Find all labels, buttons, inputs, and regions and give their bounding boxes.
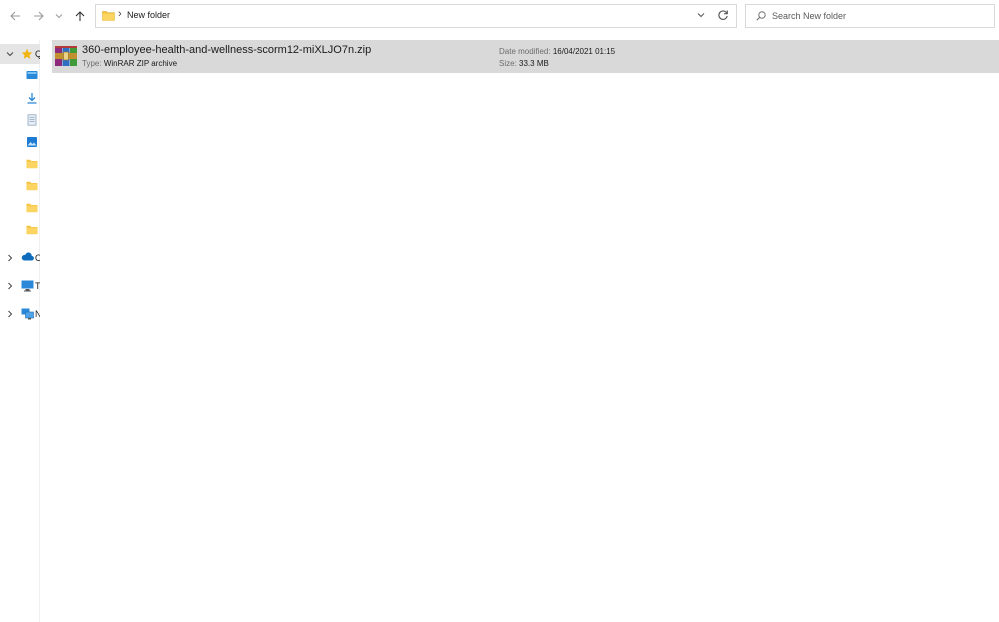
arrow-right-icon xyxy=(34,11,44,21)
file-date-label: Date modified: xyxy=(499,47,551,56)
nav-onedrive[interactable]: O xyxy=(0,248,40,268)
up-button[interactable] xyxy=(70,6,90,26)
file-list[interactable]: 360-employee-health-and-wellness-scorm12… xyxy=(41,32,999,622)
recent-locations-button[interactable] xyxy=(51,6,67,26)
nav-quick-access[interactable]: Q xyxy=(0,44,40,64)
nav-this-pc[interactable]: T xyxy=(0,276,40,296)
file-size-label: Size: xyxy=(499,59,517,68)
forward-button[interactable] xyxy=(29,6,49,26)
nav-network[interactable]: N xyxy=(0,304,40,324)
file-size: Size: 33.3 MB xyxy=(499,59,549,68)
nav-item-desktop[interactable] xyxy=(0,66,40,86)
back-button[interactable] xyxy=(5,6,25,26)
file-size-value: 33.3 MB xyxy=(519,59,549,68)
star-icon xyxy=(21,48,33,59)
file-type: Type: WinRAR ZIP archive xyxy=(82,59,177,68)
nav-onedrive-label: O xyxy=(35,253,40,263)
breadcrumb-current[interactable]: New folder xyxy=(127,10,170,20)
chevron-right-icon[interactable] xyxy=(5,309,15,319)
chevron-right-icon[interactable] xyxy=(5,253,15,263)
file-name: 360-employee-health-and-wellness-scorm12… xyxy=(82,44,372,56)
nav-quick-access-label: Q xyxy=(35,49,40,59)
file-date-value: 16/04/2021 01:15 xyxy=(552,47,616,56)
search-box[interactable] xyxy=(745,4,995,28)
pictures-icon xyxy=(27,137,37,147)
documents-icon xyxy=(27,114,37,126)
folder-icon xyxy=(26,181,38,191)
folder-icon xyxy=(26,159,38,169)
folder-icon xyxy=(26,203,38,213)
nav-item-documents[interactable] xyxy=(0,110,40,130)
desktop-icon xyxy=(26,71,38,79)
nav-item-pictures[interactable] xyxy=(0,132,40,152)
arrow-left-icon xyxy=(10,11,20,21)
folder-icon xyxy=(26,225,38,235)
navigation-pane: Q O T N xyxy=(0,40,40,622)
nav-item-folder[interactable] xyxy=(0,176,40,196)
downloads-icon xyxy=(27,93,37,104)
nav-item-folder[interactable] xyxy=(0,154,40,174)
arrow-up-icon xyxy=(75,11,85,21)
computer-icon xyxy=(21,280,34,292)
nav-item-folder[interactable] xyxy=(0,198,40,218)
chevron-down-icon[interactable] xyxy=(5,49,15,59)
file-item[interactable]: 360-employee-health-and-wellness-scorm12… xyxy=(52,40,999,73)
address-bar[interactable]: › New folder xyxy=(95,4,737,28)
folder-icon xyxy=(102,11,115,21)
nav-this-pc-label: T xyxy=(35,281,40,291)
nav-item-downloads[interactable] xyxy=(0,88,40,108)
file-date-modified: Date modified: 16/04/2021 01:15 xyxy=(499,47,615,56)
file-type-label: Type: xyxy=(82,59,102,68)
winrar-archive-icon xyxy=(55,46,77,66)
address-toolbar: › New folder xyxy=(0,0,999,32)
file-type-value: WinRAR ZIP archive xyxy=(103,59,178,68)
cloud-icon xyxy=(21,252,34,261)
nav-item-folder[interactable] xyxy=(0,220,40,240)
refresh-icon[interactable] xyxy=(717,9,729,21)
breadcrumb-separator: › xyxy=(118,8,122,20)
chevron-down-icon[interactable] xyxy=(696,10,706,20)
nav-network-label: N xyxy=(35,309,40,319)
chevron-right-icon[interactable] xyxy=(5,281,15,291)
chevron-down-icon xyxy=(55,14,63,19)
network-icon xyxy=(21,308,34,320)
search-icon xyxy=(756,11,766,21)
search-input[interactable] xyxy=(772,7,982,25)
